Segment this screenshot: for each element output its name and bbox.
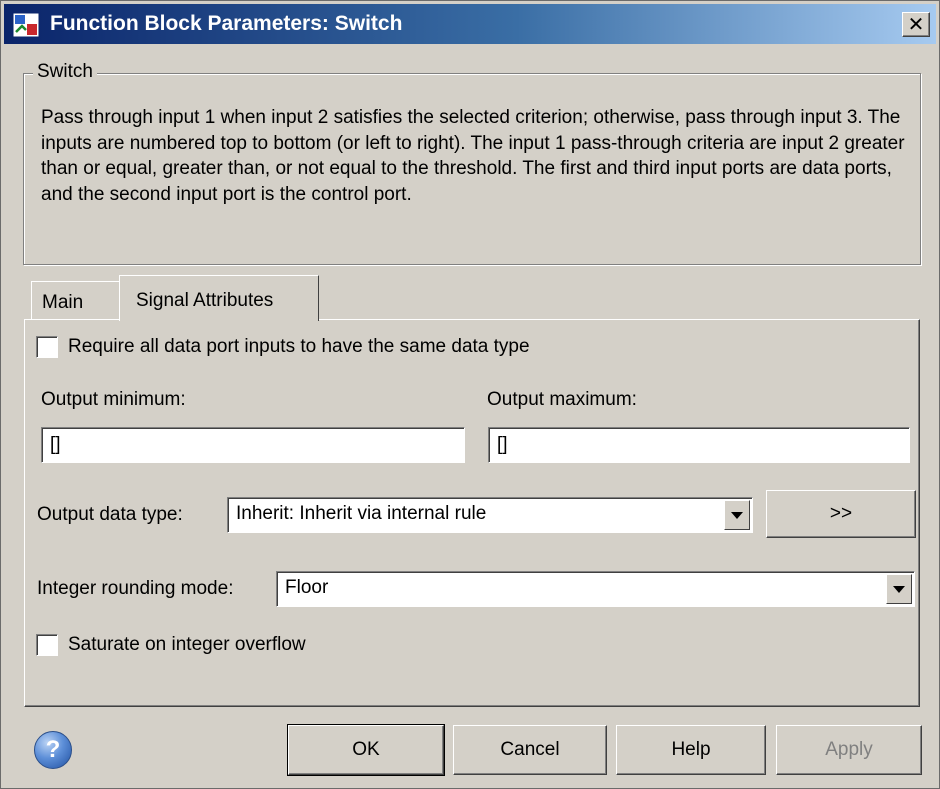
ok-button-label: OK xyxy=(352,739,380,760)
integer-rounding-mode-label: Integer rounding mode: xyxy=(37,578,234,599)
tab-main[interactable]: Main xyxy=(31,281,121,319)
apply-button-label: Apply xyxy=(825,739,873,760)
title-bar: Function Block Parameters: Switch ✕ xyxy=(4,4,936,44)
ok-button[interactable]: OK xyxy=(287,724,445,776)
output-data-type-value: Inherit: Inherit via internal rule xyxy=(236,503,487,524)
data-type-assistant-label: >> xyxy=(829,503,853,524)
window-title: Function Block Parameters: Switch xyxy=(50,12,403,35)
output-maximum-field[interactable]: [] xyxy=(488,427,910,463)
chevron-down-icon[interactable] xyxy=(724,500,750,530)
help-icon[interactable]: ? xyxy=(34,731,72,769)
apply-button: Apply xyxy=(776,725,922,775)
output-maximum-value: [] xyxy=(497,434,508,455)
saturate-checkbox[interactable] xyxy=(36,634,58,656)
close-button[interactable]: ✕ xyxy=(902,12,930,37)
simulink-block-icon xyxy=(12,12,40,38)
tab-signal-attributes[interactable]: Signal Attributes xyxy=(119,275,319,321)
output-data-type-label: Output data type: xyxy=(37,504,183,525)
integer-rounding-mode-select[interactable]: Floor xyxy=(276,571,915,607)
output-minimum-value: [] xyxy=(50,434,61,455)
tab-main-label: Main xyxy=(42,292,84,313)
groupbox-legend: Switch xyxy=(33,61,97,83)
output-minimum-field[interactable]: [] xyxy=(41,427,465,463)
tab-signal-attributes-label: Signal Attributes xyxy=(136,290,274,311)
help-icon-glyph: ? xyxy=(45,736,61,763)
output-minimum-label: Output minimum: xyxy=(41,389,186,410)
help-button[interactable]: Help xyxy=(616,725,766,775)
data-type-assistant-button[interactable]: >> xyxy=(766,490,916,538)
function-block-parameters-dialog: Function Block Parameters: Switch ✕ Swit… xyxy=(0,0,940,789)
block-description: Pass through input 1 when input 2 satisf… xyxy=(41,107,905,205)
help-button-label: Help xyxy=(671,739,711,760)
cancel-button-label: Cancel xyxy=(500,739,560,760)
require-same-type-label[interactable]: Require all data port inputs to have the… xyxy=(68,336,530,358)
cancel-button[interactable]: Cancel xyxy=(453,725,607,775)
chevron-down-icon[interactable] xyxy=(886,574,912,604)
output-maximum-label: Output maximum: xyxy=(487,389,637,410)
saturate-label[interactable]: Saturate on integer overflow xyxy=(68,634,306,656)
close-icon: ✕ xyxy=(907,13,925,36)
output-data-type-select[interactable]: Inherit: Inherit via internal rule xyxy=(227,497,753,533)
integer-rounding-mode-value: Floor xyxy=(285,577,329,598)
require-same-type-checkbox[interactable] xyxy=(36,336,58,358)
